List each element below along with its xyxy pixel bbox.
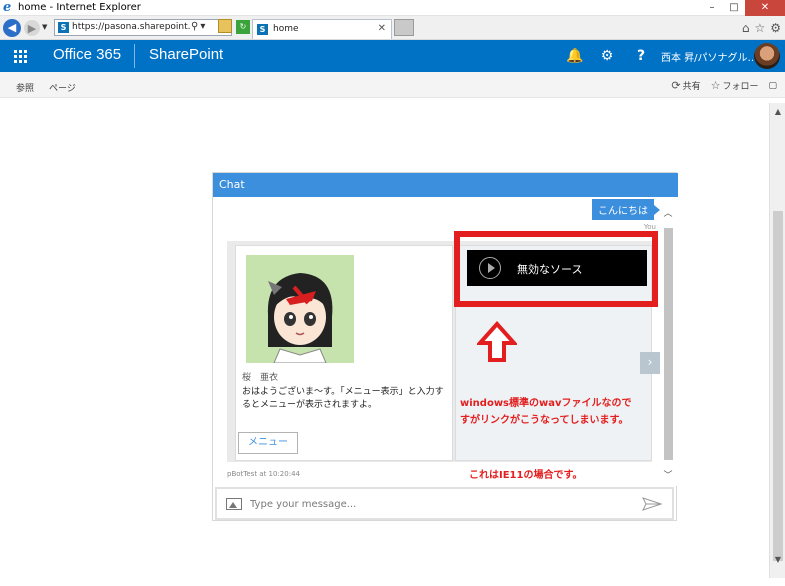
focus-content-icon[interactable]: ▢ bbox=[768, 81, 777, 91]
address-field[interactable]: S https://pasona.sharepoint.com/s ⚲ ▾ bbox=[54, 19, 232, 36]
page-scrollbar[interactable]: ▲ ▼ bbox=[769, 103, 785, 578]
upload-image-icon[interactable] bbox=[226, 498, 242, 510]
sharepoint-product-link[interactable]: SharePoint bbox=[149, 46, 223, 63]
user-name[interactable]: 西本 昇/パソナグル… bbox=[661, 49, 753, 64]
share-action[interactable]: ⟳ 共有 bbox=[671, 79, 700, 92]
tab-title: home bbox=[273, 24, 299, 34]
avatar[interactable] bbox=[754, 43, 780, 69]
brand-divider bbox=[134, 44, 135, 68]
help-icon[interactable]: ? bbox=[625, 40, 657, 72]
address-url[interactable]: https://pasona.sharepoint.com/s bbox=[72, 22, 190, 32]
annotation-text-1: windows標準のwavファイルなのですがリンクがこうなってしまいます。 bbox=[460, 398, 632, 426]
tab-favicon-icon: S bbox=[257, 24, 268, 35]
window-titlebar: e home - Internet Explorer – □ ✕ bbox=[0, 0, 785, 16]
ie-logo-icon: e bbox=[3, 0, 12, 15]
app-launcher-icon[interactable] bbox=[0, 40, 40, 72]
sharepoint-favicon-icon: S bbox=[58, 22, 69, 33]
sender-label: You bbox=[643, 223, 656, 231]
tab-close-icon[interactable]: ✕ bbox=[378, 23, 386, 34]
lock-icon[interactable] bbox=[218, 19, 232, 33]
card-text: おはようございま～す。「メニュー表示」と入力するとメニューが表示されますよ。 bbox=[242, 387, 444, 410]
back-button[interactable]: ◀ bbox=[3, 19, 21, 37]
refresh-icon[interactable]: ↻ bbox=[236, 20, 250, 34]
window-controls: – □ ✕ bbox=[701, 0, 785, 16]
chat-header: Chat bbox=[213, 173, 678, 197]
notifications-bell-icon[interactable]: 🔔 bbox=[559, 40, 591, 72]
user-message-bubble: こんにちは bbox=[592, 199, 660, 220]
favorites-star-icon[interactable]: ☆ bbox=[754, 21, 765, 35]
history-dropdown-icon[interactable]: ▼ bbox=[42, 23, 47, 31]
search-icon[interactable]: ⚲ bbox=[191, 21, 198, 32]
card-title: 桜 亜衣 bbox=[242, 373, 279, 383]
share-label: 共有 bbox=[682, 82, 701, 92]
scroll-down-icon[interactable]: ▼ bbox=[770, 555, 785, 564]
page-scroll-thumb[interactable] bbox=[773, 211, 783, 561]
ribbon-tab-browse[interactable]: 参照 bbox=[16, 81, 34, 94]
chat-widget: Chat こんにちは You 桜 亜衣 おはようございま～す。「メニュー表示」と… bbox=[212, 172, 678, 521]
dropdown-icon[interactable]: ▾ bbox=[200, 21, 205, 32]
share-icon: ⟳ bbox=[671, 79, 681, 92]
close-window-button[interactable]: ✕ bbox=[745, 0, 785, 16]
follow-action[interactable]: ☆ フォロー bbox=[711, 79, 759, 92]
ribbon-actions: ⟳ 共有 ☆ フォロー ▢ bbox=[671, 79, 777, 92]
bot-hero-card: 桜 亜衣 おはようございま～す。「メニュー表示」と入力するとメニューが表示されま… bbox=[235, 245, 453, 461]
carousel-next-button[interactable]: › bbox=[640, 352, 660, 374]
chat-history: こんにちは You 桜 亜衣 おはようございま～す。「メニュー表示」と入力すると… bbox=[213, 197, 678, 486]
window-title: home - Internet Explorer bbox=[18, 2, 141, 13]
forward-button[interactable]: ▶ bbox=[24, 20, 40, 36]
suite-bar: Office 365 SharePoint 🔔 ⚙ ? 西本 昇/パソナグル… bbox=[0, 40, 785, 72]
chat-scrollbar[interactable]: ︿ ﹀ bbox=[660, 200, 676, 483]
home-icon[interactable]: ⌂ bbox=[742, 21, 750, 35]
annotation-highlight-box bbox=[454, 231, 658, 307]
message-input[interactable] bbox=[250, 495, 630, 513]
maximize-button[interactable]: □ bbox=[723, 0, 745, 16]
minimize-button[interactable]: – bbox=[701, 0, 723, 16]
bot-avatar-image bbox=[246, 255, 354, 363]
tools-gear-icon[interactable]: ⚙ bbox=[770, 21, 781, 35]
browser-right-icons: ⌂ ☆ ⚙ bbox=[742, 21, 781, 35]
new-tab-button[interactable] bbox=[394, 19, 414, 36]
office365-brand[interactable]: Office 365 bbox=[53, 46, 121, 63]
chat-scroll-thumb[interactable] bbox=[664, 228, 673, 460]
browser-toolbar: ◀ ▶ ▼ S https://pasona.sharepoint.com/s … bbox=[0, 16, 785, 40]
send-icon[interactable] bbox=[642, 497, 662, 511]
message-input-bar bbox=[215, 487, 674, 520]
follow-label: フォロー bbox=[722, 82, 759, 92]
chat-scroll-up-icon[interactable]: ︿ bbox=[660, 206, 676, 219]
ribbon-bar: 参照 ページ ⟳ 共有 ☆ フォロー ▢ bbox=[0, 72, 785, 98]
menu-button[interactable]: メニュー bbox=[238, 432, 298, 454]
settings-gear-icon[interactable]: ⚙ bbox=[591, 40, 623, 72]
chat-scroll-down-icon[interactable]: ﹀ bbox=[660, 468, 676, 481]
follow-star-icon: ☆ bbox=[710, 79, 721, 92]
message-timestamp: pBotTest at 10:20:44 bbox=[227, 470, 300, 478]
annotation-up-arrow-icon bbox=[477, 321, 517, 362]
scroll-up-icon[interactable]: ▲ bbox=[770, 107, 785, 116]
annotation-text-2: これはIE11の場合です。 bbox=[469, 470, 583, 481]
browser-tab[interactable]: S home ✕ bbox=[252, 19, 392, 39]
address-actions: ⚲ ▾ bbox=[191, 21, 205, 32]
ribbon-tab-page[interactable]: ページ bbox=[49, 81, 76, 94]
